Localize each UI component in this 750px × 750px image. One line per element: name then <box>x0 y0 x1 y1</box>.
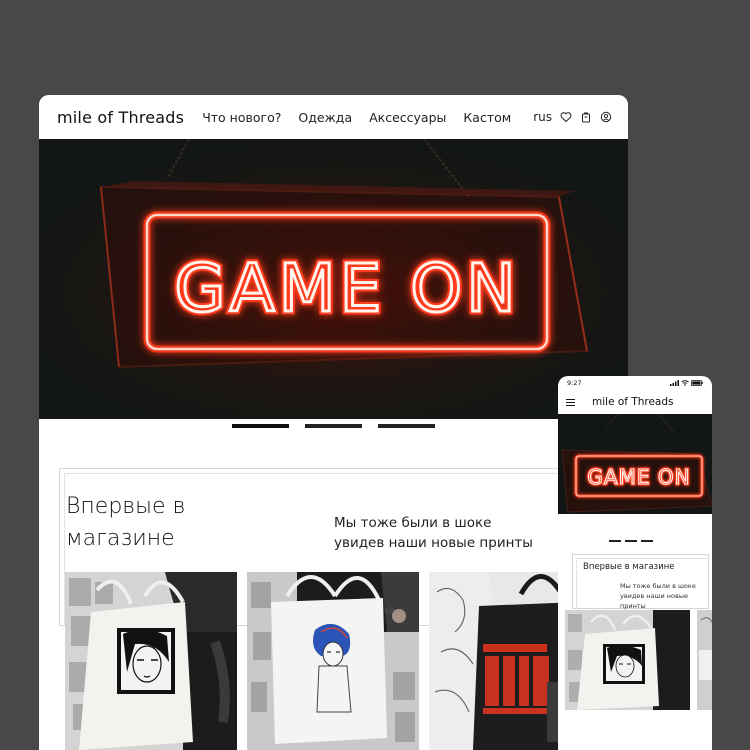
mobile-navbar: mile of Threads <box>558 390 712 414</box>
mobile-product-image-2 <box>697 610 712 710</box>
mobile-hero-banner[interactable]: GAME ON GAME ON <box>558 414 712 514</box>
mobile-hero-sign-text: GAME ON <box>587 465 690 489</box>
section-title-line-1: Впервые в <box>66 494 186 519</box>
menu-icon[interactable] <box>566 398 575 406</box>
mobile-subtitle-line-2: увидев наши новые принты <box>620 592 688 610</box>
heart-icon[interactable] <box>560 111 572 123</box>
carousel-indicators <box>39 424 628 428</box>
mobile-section-title: Впервые в магазине <box>583 562 675 572</box>
mobile-status-bar: 9:27 <box>558 376 712 390</box>
product-image <box>65 572 237 750</box>
desktop-navbar: mile of Threads Что нового? Одежда Аксес… <box>39 95 628 139</box>
nav-actions: rus <box>533 110 612 124</box>
mobile-product-card-1[interactable] <box>565 610 690 710</box>
product-grid <box>65 572 601 750</box>
section-subtitle-line-2: увидев наши новые принты <box>334 535 533 551</box>
wifi-icon <box>681 380 689 386</box>
language-switch[interactable]: rus <box>533 110 552 124</box>
mobile-carousel-dot-1[interactable] <box>609 540 621 542</box>
user-icon[interactable] <box>600 111 612 123</box>
product-card-1[interactable] <box>65 572 237 750</box>
bag-icon[interactable] <box>580 111 592 123</box>
signal-icon <box>670 380 679 386</box>
section-title-line-2: магазине <box>66 526 175 551</box>
menu-item-accessories[interactable]: Аксессуары <box>369 110 446 125</box>
mobile-mockup: 9:27 mile of Threads GAME ON GAME ON Впе… <box>558 376 712 750</box>
section-subtitle: Мы тоже были в шоке увидев наши новые пр… <box>334 513 533 553</box>
mobile-carousel-dot-3[interactable] <box>641 540 653 542</box>
desktop-mockup: mile of Threads Что нового? Одежда Аксес… <box>39 95 628 750</box>
carousel-dot-1[interactable] <box>232 424 289 428</box>
site-logo[interactable]: mile of Threads <box>57 108 184 127</box>
section-subtitle-line-1: Мы тоже были в шоке <box>334 515 492 531</box>
hero-sign-text: GAME ON <box>174 250 519 327</box>
mobile-product-card-2[interactable] <box>697 610 712 710</box>
mobile-product-row <box>565 610 712 710</box>
menu-item-whats-new[interactable]: Что нового? <box>202 110 281 125</box>
mobile-subtitle-line-1: Мы тоже были в шоке <box>620 582 696 590</box>
mobile-new-arrivals-section: Впервые в магазине Мы тоже были в шоке у… <box>572 554 709 611</box>
product-card-2[interactable] <box>247 572 419 750</box>
main-menu: Что нового? Одежда Аксессуары Кастом <box>202 110 511 125</box>
hero-banner[interactable]: GAME ON GAME ON <box>39 139 628 419</box>
carousel-dot-3[interactable] <box>378 424 435 428</box>
product-image <box>247 572 419 750</box>
status-icons <box>670 380 703 386</box>
carousel-dot-2[interactable] <box>305 424 362 428</box>
status-time: 9:27 <box>567 379 582 387</box>
menu-item-custom[interactable]: Кастом <box>463 110 511 125</box>
mobile-product-image <box>565 610 690 710</box>
section-title: Впервые в магазине <box>66 491 185 555</box>
menu-item-clothing[interactable]: Одежда <box>298 110 352 125</box>
neon-sign-image: GAME ON GAME ON <box>39 139 628 419</box>
mobile-section-subtitle: Мы тоже были в шоке увидев наши новые пр… <box>620 581 708 611</box>
mobile-carousel-dot-2[interactable] <box>625 540 637 542</box>
battery-icon <box>691 380 703 386</box>
mobile-neon-sign-image: GAME ON GAME ON <box>558 414 712 514</box>
mobile-carousel-indicators <box>609 540 653 542</box>
mobile-site-logo[interactable]: mile of Threads <box>592 396 674 408</box>
